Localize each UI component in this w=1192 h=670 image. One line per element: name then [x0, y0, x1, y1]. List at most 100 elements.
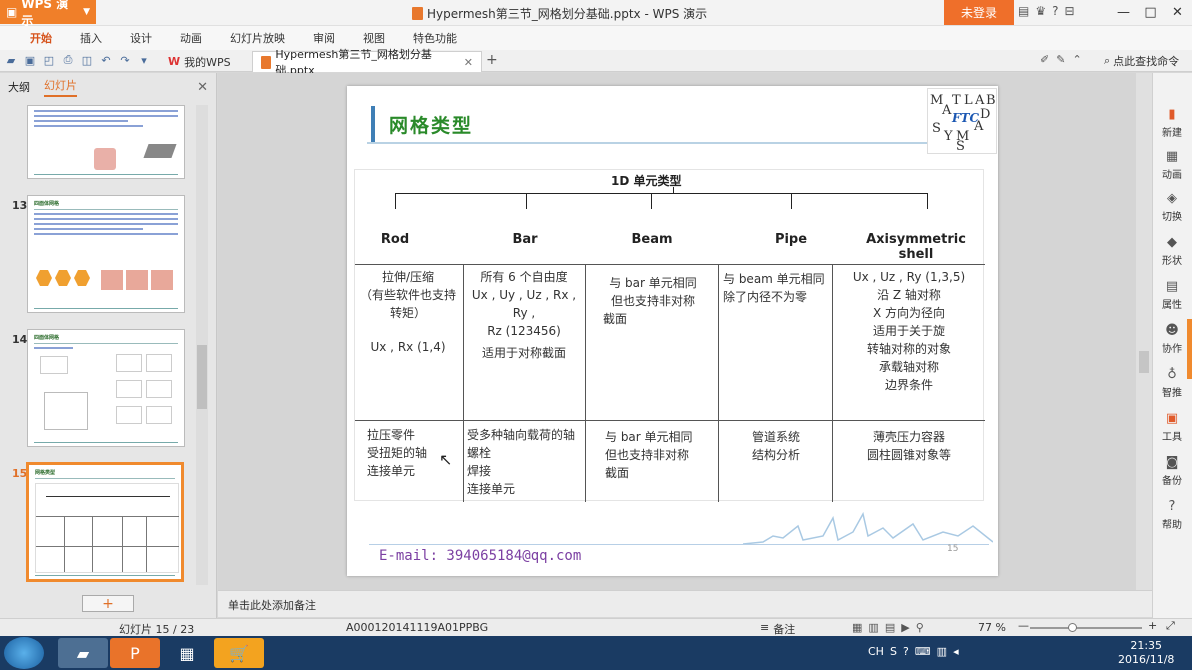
menu-slideshow[interactable]: 幻灯片放映	[216, 30, 299, 46]
location-icon[interactable]: ⚲	[916, 621, 924, 634]
panel-scrollbar[interactable]	[196, 105, 208, 585]
header-rod: Rod	[380, 232, 410, 247]
footer-line	[369, 544, 989, 545]
normal-view-icon[interactable]: ▦	[852, 621, 862, 634]
mouse-cursor-icon: ↖	[439, 450, 453, 469]
tree-line	[395, 193, 927, 194]
network-icon[interactable]: ▥	[937, 645, 947, 658]
sidebar-tools[interactable]: ▣ 工具	[1153, 411, 1191, 443]
skin-icon[interactable]: ▤	[1018, 4, 1029, 18]
shape-icon: ◆	[1167, 235, 1177, 250]
fit-window-icon[interactable]: ⤢	[1166, 619, 1175, 633]
thumb-footer	[34, 439, 178, 443]
element-type-diagram[interactable]: 1D 单元类型 Rod Bar Beam Pipe Axisymmetric s…	[354, 169, 985, 502]
zoom-knob[interactable]	[1068, 623, 1077, 632]
sidebar-animation[interactable]: ▦ 动画	[1153, 149, 1191, 181]
scroll-thumb[interactable]	[197, 345, 207, 409]
sidebar-help[interactable]: ? 帮助	[1153, 499, 1191, 531]
zoom-level[interactable]: 77 %	[978, 621, 1006, 634]
save-icon[interactable]: ▣	[23, 53, 37, 67]
explorer-app-icon[interactable]: ▰	[58, 638, 108, 668]
zoom-slider[interactable]	[1030, 623, 1142, 632]
sidebar-shape[interactable]: ◆ 形状	[1153, 235, 1191, 267]
sidebar-collaborate[interactable]: ☻ 协作	[1153, 323, 1191, 355]
system-tray: CH S ? ⌨ ▥ ◂	[868, 645, 959, 658]
grid-line	[585, 264, 586, 502]
app-name: WPS 演示	[21, 0, 69, 28]
login-button[interactable]: 未登录	[944, 0, 1014, 25]
redo-icon[interactable]: ↷	[118, 53, 132, 67]
sidebar-backup[interactable]: ◙ 备份	[1153, 455, 1191, 487]
start-button[interactable]	[4, 637, 44, 669]
sidebar-new[interactable]: ▮ 新建	[1153, 107, 1191, 139]
add-slide-button[interactable]: +	[82, 595, 134, 612]
store-app-icon[interactable]: 🛒	[214, 638, 264, 668]
slide-canvas[interactable]: 网格类型 M A T L A B D A S Y M S FTC 1D 单元类型	[347, 86, 998, 576]
thumb-text	[34, 223, 178, 225]
collapse-ribbon-icon[interactable]: ⌃	[1072, 53, 1081, 66]
maximize-icon[interactable]: □	[1137, 0, 1164, 24]
notes-pane[interactable]: 单击此处添加备注	[218, 590, 1152, 617]
shirt-icon[interactable]: ♛	[1035, 4, 1046, 18]
notes-toggle[interactable]: ≡ 备注	[760, 621, 795, 637]
tab-outline[interactable]: 大纲	[8, 79, 30, 95]
help-icon[interactable]: ?	[1052, 4, 1058, 18]
sidebar-collapse-handle[interactable]	[1187, 319, 1192, 379]
tab-my-wps[interactable]: W 我的WPS	[160, 51, 239, 72]
help-icon[interactable]: ?	[903, 645, 909, 658]
new-tab-icon[interactable]: +	[486, 52, 498, 68]
menu-animation[interactable]: 动画	[166, 30, 216, 46]
menu-features[interactable]: 特色功能	[399, 30, 471, 46]
slide-thumbnail-12[interactable]	[27, 105, 185, 179]
zoom-in-icon[interactable]: +	[1148, 619, 1157, 632]
print-icon[interactable]: ⎙	[61, 53, 75, 67]
menu-view[interactable]: 视图	[349, 30, 399, 46]
feedback-icon[interactable]: ⊟	[1064, 4, 1074, 18]
close-tab-icon[interactable]: ✕	[464, 56, 473, 69]
windows-taskbar: ▰ P ▦ 🛒 CH S ? ⌨ ▥ ◂ 21:35 2016/11/8	[0, 636, 1192, 670]
grid-app-icon[interactable]: ▦	[162, 638, 212, 668]
slide-thumbnail-14[interactable]: 四面体网格	[27, 329, 185, 447]
thumb-text	[34, 347, 73, 349]
volume-icon[interactable]: ◂	[953, 645, 959, 658]
thumb-shape	[116, 380, 142, 398]
command-search[interactable]: ⌕ 点此查找命令	[1104, 53, 1179, 69]
menu-design[interactable]: 设计	[116, 30, 166, 46]
menu-review[interactable]: 审阅	[299, 30, 349, 46]
slide-thumbnail-13[interactable]: 四面体网格	[27, 195, 185, 313]
tab-document[interactable]: Hypermesh第三节_网格划分基础.pptx ✕	[252, 48, 482, 77]
menu-insert[interactable]: 插入	[66, 30, 116, 46]
system-clock[interactable]: 21:35 2016/11/8	[1118, 639, 1174, 667]
slide-title[interactable]: 网格类型	[389, 111, 473, 138]
scroll-thumb[interactable]	[1139, 351, 1149, 373]
dropdown-icon[interactable]: ▾	[137, 53, 151, 67]
sorter-view-icon[interactable]: ▥	[868, 621, 878, 634]
thumb-footer	[35, 572, 175, 576]
pdf-icon[interactable]: ◰	[42, 53, 56, 67]
slide-scrollbar[interactable]	[1136, 73, 1152, 590]
thumb-text	[34, 120, 128, 122]
ime-icon[interactable]: S	[890, 645, 897, 658]
reading-view-icon[interactable]: ▤	[885, 621, 895, 634]
close-panel-icon[interactable]: ✕	[197, 80, 208, 95]
zoom-out-icon[interactable]: —	[1018, 619, 1029, 632]
undo-icon[interactable]: ↶	[99, 53, 113, 67]
tray-language[interactable]: CH	[868, 645, 884, 658]
format-painter-icon[interactable]: ✎	[1056, 53, 1065, 66]
sidebar-smart[interactable]: ♁ 智推	[1153, 367, 1191, 399]
play-icon[interactable]: ▶	[901, 621, 909, 634]
preview-icon[interactable]: ◫	[80, 53, 94, 67]
wps-presentation-app-icon[interactable]: P	[110, 638, 160, 668]
close-icon[interactable]: ✕	[1164, 0, 1191, 24]
sidebar-transition[interactable]: ◈ 切换	[1153, 191, 1191, 223]
menu-home[interactable]: 开始	[16, 30, 66, 46]
brush-icon[interactable]: ✐	[1040, 53, 1049, 66]
minimize-icon[interactable]: —	[1110, 0, 1137, 24]
slide-thumbnail-15[interactable]: 网格类型	[26, 462, 184, 582]
tab-slides[interactable]: 幻灯片	[44, 77, 77, 97]
open-folder-icon[interactable]: ▰	[4, 53, 18, 67]
app-menu-button[interactable]: ▣ WPS 演示 ▼	[0, 0, 96, 28]
sidebar-properties[interactable]: ▤ 属性	[1153, 279, 1191, 311]
keyboard-icon[interactable]: ⌨	[915, 645, 931, 658]
tree-line	[791, 193, 792, 209]
